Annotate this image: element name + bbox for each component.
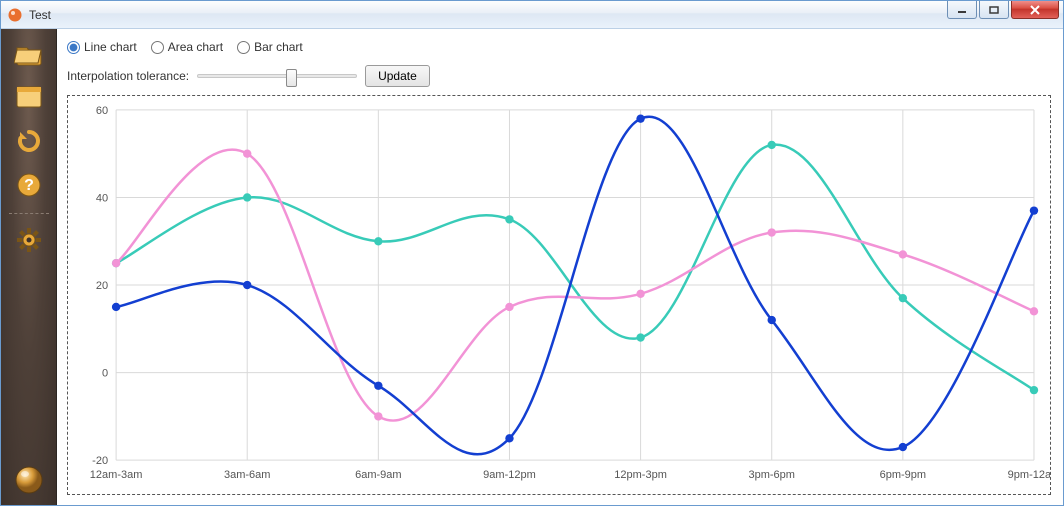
series-point (112, 303, 120, 311)
chart-type-line[interactable]: Line chart (67, 40, 137, 54)
chart-type-bar-label: Bar chart (254, 40, 303, 54)
x-tick-label: 6pm-9pm (880, 469, 926, 481)
chart-type-line-label: Line chart (84, 40, 137, 54)
x-tick-label: 6am-9am (355, 469, 401, 481)
series-point (768, 141, 776, 149)
chart-type-area-label: Area chart (168, 40, 223, 54)
sidebar-orb-button[interactable] (7, 461, 51, 499)
series-point (112, 259, 120, 267)
update-button[interactable]: Update (365, 65, 430, 87)
x-tick-label: 9pm-12am (1008, 469, 1050, 481)
series-point (636, 115, 644, 123)
chart-type-bar[interactable]: Bar chart (237, 40, 303, 54)
series-point (505, 215, 513, 223)
tolerance-label: Interpolation tolerance: (67, 69, 189, 83)
sidebar-separator (9, 213, 49, 214)
window-title: Test (29, 8, 51, 22)
series-point (1030, 307, 1038, 315)
chart-type-row: Line chart Area chart Bar chart (67, 37, 1051, 57)
x-tick-label: 3pm-6pm (748, 469, 794, 481)
maximize-button[interactable] (979, 1, 1009, 19)
window-controls (947, 1, 1059, 19)
sidebar-new-window-button[interactable] (7, 79, 51, 117)
sidebar-help-button[interactable]: ? (7, 167, 51, 205)
series-point (899, 294, 907, 302)
y-tick-label: -20 (92, 455, 108, 467)
settings-icon (14, 225, 44, 258)
titlebar: Test (1, 1, 1063, 29)
open-folder-icon (14, 40, 44, 69)
help-icon: ? (16, 172, 42, 201)
series-point (1030, 206, 1038, 214)
x-tick-label: 12am-3am (90, 469, 143, 481)
sidebar-refresh-button[interactable] (7, 123, 51, 161)
main-panel: Line chart Area chart Bar chart Interpolat… (57, 29, 1063, 505)
y-tick-label: 0 (102, 368, 108, 380)
sidebar-settings-button[interactable] (7, 222, 51, 260)
tolerance-slider[interactable] (197, 74, 357, 78)
chart-frame: -20 0 20 40 60 12am-3am 3am-6am 6am-9am 9am-12pm… (67, 95, 1051, 495)
series-point (243, 193, 251, 201)
series-point (768, 316, 776, 324)
window-body: ? Line chart Area chart Bar chart Interpol… (1, 29, 1063, 505)
minimize-button[interactable] (947, 1, 977, 19)
y-tick-label: 20 (96, 280, 108, 292)
y-tick-label: 60 (96, 105, 108, 117)
app-window: Test ? Line chart Area chart Bar chart Int… (0, 0, 1064, 506)
x-tick-label: 3am-6am (224, 469, 270, 481)
orb-icon (12, 462, 46, 499)
new-window-icon (15, 85, 43, 112)
series-point (1030, 386, 1038, 394)
chart-type-area[interactable]: Area chart (151, 40, 223, 54)
x-tick-label: 12pm-3pm (614, 469, 667, 481)
refresh-icon (15, 127, 43, 158)
series-point (374, 237, 382, 245)
y-tick-label: 40 (96, 193, 108, 205)
slider-thumb[interactable] (286, 69, 297, 87)
chart-svg: -20 0 20 40 60 12am-3am 3am-6am 6am-9am 9am-12pm… (68, 96, 1050, 494)
series-point (636, 290, 644, 298)
close-button[interactable] (1011, 1, 1059, 19)
tolerance-row: Interpolation tolerance: Update (67, 63, 1051, 89)
app-icon (7, 7, 23, 23)
series-point (899, 443, 907, 451)
chart-type-area-input[interactable] (151, 41, 164, 54)
x-tick-label: 9am-12pm (483, 469, 536, 481)
chart-type-bar-input[interactable] (237, 41, 250, 54)
series-point (899, 250, 907, 258)
series-point (374, 382, 382, 390)
series-point (243, 150, 251, 158)
series-point (243, 281, 251, 289)
series-point (505, 434, 513, 442)
sidebar-open-folder-button[interactable] (7, 35, 51, 73)
series-point (374, 412, 382, 420)
series-point (768, 228, 776, 236)
chart-type-line-input[interactable] (67, 41, 80, 54)
series-point (636, 333, 644, 341)
sidebar: ? (1, 29, 57, 505)
series-point (505, 303, 513, 311)
svg-text:?: ? (24, 177, 34, 194)
